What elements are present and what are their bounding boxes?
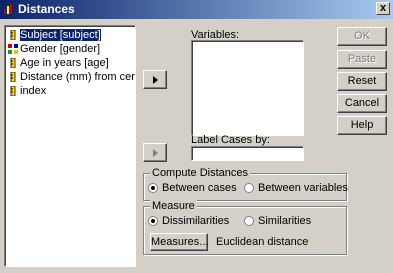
similarities-label: Similarities <box>258 215 312 228</box>
variable-item-distance[interactable]: Distance (mm) from cer <box>8 71 135 84</box>
between-variables-radio[interactable]: Between variables <box>244 182 348 194</box>
variable-item-index[interactable]: index <box>8 85 46 98</box>
cancel-button[interactable]: Cancel <box>337 94 387 113</box>
title-bar: Distances x <box>0 0 393 19</box>
variable-item-gender[interactable]: Gender [gender] <box>8 43 100 56</box>
dissimilarities-label: Dissimilarities <box>162 215 230 228</box>
move-to-label-cases-button[interactable] <box>143 143 167 162</box>
window-title: Distances <box>18 2 75 16</box>
between-cases-radio[interactable]: Between cases <box>148 182 237 194</box>
spss-app-icon <box>4 4 12 14</box>
variables-list[interactable] <box>191 40 304 136</box>
label-cases-by-label: Label Cases by: <box>191 134 270 146</box>
ruler-icon <box>10 30 16 41</box>
label-cases-by-field[interactable] <box>191 146 304 161</box>
ruler-icon <box>10 72 16 83</box>
radio-selected-icon <box>148 216 158 227</box>
close-icon: x <box>379 2 387 14</box>
variable-item-subject[interactable]: Subject [subject] <box>8 28 102 43</box>
similarities-radio[interactable]: Similarities <box>244 215 311 227</box>
variable-label: index <box>20 85 47 98</box>
dissimilarities-radio[interactable]: Dissimilarities <box>148 215 229 227</box>
radio-selected-icon <box>148 183 158 194</box>
measures-button[interactable]: Measures... <box>150 233 208 251</box>
paste-button[interactable]: Paste <box>337 50 387 69</box>
variable-label: Age in years [age] <box>20 57 109 70</box>
variable-label: Gender [gender] <box>20 43 101 56</box>
compute-distances-legend: Compute Distances <box>150 167 250 179</box>
close-button[interactable]: x <box>376 2 390 15</box>
nominal-icon <box>8 44 18 55</box>
measure-legend: Measure <box>150 200 197 212</box>
radio-unselected-icon <box>244 183 254 194</box>
reset-button[interactable]: Reset <box>337 72 387 91</box>
variable-label: Distance (mm) from cer <box>20 71 135 84</box>
arrow-right-icon <box>153 76 158 84</box>
arrow-right-icon <box>153 149 158 157</box>
variable-label: Subject [subject] <box>19 28 102 43</box>
between-variables-label: Between variables <box>258 182 348 195</box>
source-variable-list[interactable]: Subject [subject] Gender [gender] Age in… <box>4 25 136 267</box>
help-button[interactable]: Help <box>337 116 387 135</box>
ok-button[interactable]: OK <box>337 27 387 46</box>
current-measure-text: Euclidean distance <box>216 236 309 248</box>
measure-group: Measure Dissimilarities Similarities Mea… <box>143 200 347 255</box>
between-cases-label: Between cases <box>162 182 237 195</box>
move-to-variables-button[interactable] <box>143 70 167 89</box>
ruler-icon <box>10 58 16 69</box>
variable-item-age[interactable]: Age in years [age] <box>8 57 109 70</box>
ruler-icon <box>10 86 16 97</box>
compute-distances-group: Compute Distances Between cases Between … <box>143 167 348 201</box>
radio-unselected-icon <box>244 216 254 227</box>
